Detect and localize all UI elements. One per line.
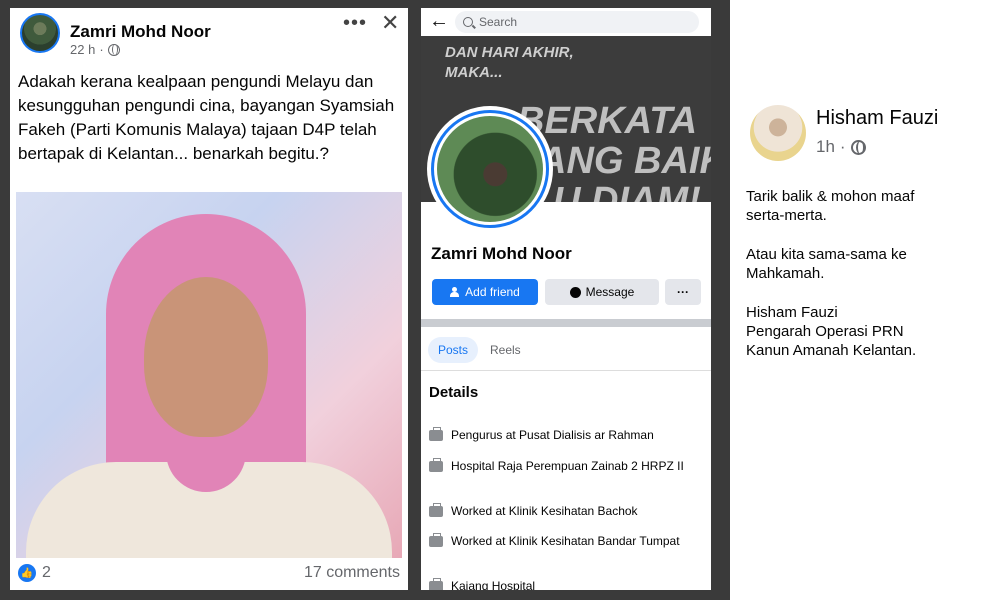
facebook-post: Zamri Mohd Noor 22 h · ••• ✕ Adakah kera… — [10, 8, 408, 590]
messenger-icon — [569, 286, 581, 298]
add-friend-label: Add friend — [465, 285, 520, 299]
detail-text: Hospital Raja Perempuan Zainab 2 HRPZ II — [451, 459, 684, 473]
comment-text-line: Pengarah Operasi PRN — [746, 323, 904, 340]
like-icon: 👍 — [18, 564, 36, 582]
tab-reels[interactable]: Reels — [480, 337, 531, 363]
add-person-icon — [450, 287, 460, 297]
profile-picture[interactable] — [427, 106, 553, 232]
briefcase-icon — [429, 533, 443, 547]
comment-card: Hisham Fauzi 1h · Tarik balik & mohon ma… — [730, 0, 1000, 600]
cover-text-line: DAN HARI AKHIR, — [445, 44, 574, 61]
more-profile-options-button[interactable]: ··· — [665, 279, 701, 305]
top-bar: ← Search — [421, 8, 711, 36]
list-item: Pengurus at Pusat Dialisis ar Rahman — [429, 427, 701, 443]
post-timestamp[interactable]: 22 h — [70, 42, 95, 57]
comments-count-link[interactable]: 17 comments — [304, 564, 400, 582]
profile-page: ← Search DAN HARI AKHIR, MAKA... BERKATA… — [421, 8, 711, 590]
more-options-button[interactable]: ••• — [343, 12, 367, 35]
message-button[interactable]: Message — [545, 279, 659, 305]
briefcase-icon — [429, 503, 443, 517]
section-divider — [421, 319, 711, 327]
globe-icon — [107, 43, 120, 56]
cover-text-line: U DIAM! — [553, 180, 701, 202]
post-meta: 22 h · — [70, 42, 120, 57]
briefcase-icon — [429, 578, 443, 590]
add-friend-button[interactable]: Add friend — [432, 279, 538, 305]
cover-text-line: MAKA... — [445, 64, 503, 81]
comment-meta: 1h · — [816, 137, 866, 157]
reactions-summary[interactable]: 👍 2 — [18, 564, 51, 582]
comment-text-line: Tarik balik & mohon maaf — [746, 188, 915, 205]
detail-text: Pengurus at Pusat Dialisis ar Rahman — [451, 428, 654, 442]
comment-timestamp[interactable]: 1h — [816, 137, 835, 157]
back-arrow-icon[interactable]: ← — [429, 10, 449, 33]
list-item: Worked at Klinik Kesihatan Bandar Tumpat — [429, 533, 701, 549]
photo-face — [144, 277, 268, 437]
comment-text-line: Mahkamah. — [746, 265, 825, 282]
tab-posts[interactable]: Posts — [428, 337, 479, 363]
cover-text-line: ANG BAIK — [539, 140, 711, 182]
comment-author-name[interactable]: Hisham Fauzi — [816, 107, 938, 130]
comment-text-line: serta-merta. — [746, 207, 827, 224]
divider — [421, 370, 711, 371]
list-item: Worked at Klinik Kesihatan Bachok — [429, 503, 701, 519]
detail-text: Kajang Hospital — [451, 579, 536, 590]
avatar[interactable] — [20, 13, 60, 53]
detail-text: Worked at Klinik Kesihatan Bandar Tumpat — [451, 534, 680, 548]
comment-text-line: Hisham Fauzi — [746, 304, 838, 321]
briefcase-icon — [429, 458, 443, 472]
search-input[interactable]: Search — [455, 11, 699, 33]
details-heading: Details — [429, 384, 479, 401]
list-item: Hospital Raja Perempuan Zainab 2 HRPZ II — [429, 458, 701, 474]
search-placeholder: Search — [479, 15, 518, 29]
post-text: Adakah kerana kealpaan pengundi Melayu d… — [18, 72, 395, 163]
close-button[interactable]: ✕ — [381, 10, 399, 36]
comment-text-line: Kanun Amanah Kelantan. — [746, 342, 917, 359]
briefcase-icon — [429, 427, 443, 441]
message-label: Message — [585, 285, 635, 299]
post-photo[interactable] — [16, 192, 402, 558]
avatar[interactable] — [750, 105, 806, 161]
detail-text: Worked at Klinik Kesihatan Bachok — [451, 504, 638, 518]
globe-icon — [850, 139, 866, 155]
comment-text-line: Atau kita sama-sama ke — [746, 246, 907, 263]
profile-name: Zamri Mohd Noor — [431, 244, 572, 263]
reaction-count: 2 — [42, 564, 51, 581]
post-author-name[interactable]: Zamri Mohd Noor — [70, 22, 211, 42]
search-icon — [463, 17, 473, 27]
list-item: Kajang Hospital — [429, 578, 701, 590]
